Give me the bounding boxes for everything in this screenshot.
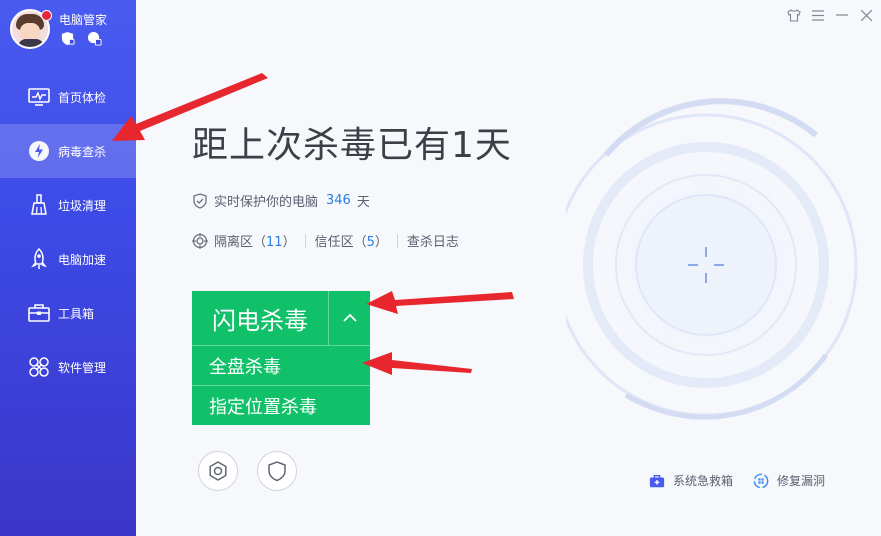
toolbox-icon [28,302,50,324]
patch-icon [753,473,769,488]
protection-text: 实时保护你的电脑 [214,195,319,210]
chat-badge-icon[interactable] [87,31,102,46]
menu-icon[interactable] [811,8,825,22]
shield-icon [268,461,286,482]
custom-location-scan-option[interactable]: 指定位置杀毒 [192,385,370,425]
brand-area: 电脑管家 [10,9,136,53]
sidebar-nav: 首页体检 病毒查杀 垃圾清理 电脑加速 工具箱 软件管理 [0,70,136,394]
gear-icon [209,461,227,481]
rocket-icon [28,248,50,270]
main-panel: 距上次杀毒已有1天 实时保护你的电脑 346 天 隔离区（11） 信任区（5） … [136,0,881,536]
divider [304,233,306,248]
quarantine-link[interactable]: 隔离区（11） [214,231,296,250]
bottom-tools: 系统急救箱 修复漏洞 [649,472,825,489]
trust-zone-link[interactable]: 信任区（5） [315,231,388,250]
quick-scan-button[interactable]: 闪电杀毒 [192,291,328,345]
sidebar-item-toolbox[interactable]: 工具箱 [0,286,136,340]
chevron-up-icon [342,313,357,322]
tool-label: 系统急救箱 [672,474,733,488]
protection-status: 实时保护你的电脑 346 天 [192,191,370,210]
scan-options-toggle[interactable] [329,291,370,345]
scan-log-link[interactable]: 查杀日志 [407,231,459,250]
lightning-icon [28,140,50,162]
sidebar-item-label: 首页体检 [58,90,107,105]
sidebar-item-software[interactable]: 软件管理 [0,340,136,394]
system-rescue-kit-button[interactable]: 系统急救箱 [649,472,733,489]
protection-button[interactable] [257,451,297,491]
brand-name: 电脑管家 [59,13,108,27]
scan-button-group: 闪电杀毒 全盘杀毒 指定位置杀毒 [192,291,370,425]
sidebar-item-home-check[interactable]: 首页体检 [0,70,136,124]
sidebar-item-label: 电脑加速 [58,252,107,267]
sidebar-item-label: 工具箱 [58,306,95,321]
target-icon [192,232,208,249]
shield-check-icon [193,192,207,209]
sidebar-item-speed-up[interactable]: 电脑加速 [0,232,136,286]
page-title: 距上次杀毒已有1天 [192,125,512,166]
sidebar-item-label: 病毒查杀 [58,144,107,159]
minimize-icon[interactable] [835,8,849,22]
sidebar: 电脑管家 首页体检 病毒查杀 垃圾清理 电脑加速 工具箱 软件管理 [0,0,136,536]
trust-count: 5 [366,235,375,250]
broom-icon [28,194,50,216]
tool-label: 修复漏洞 [776,474,825,488]
quick-links: 隔离区（11） 信任区（5） 查杀日志 [192,231,459,250]
settings-button[interactable] [198,451,238,491]
scan-options-menu: 全盘杀毒 指定位置杀毒 [192,345,370,425]
quarantine-count: 11 [266,235,283,250]
full-scan-option[interactable]: 全盘杀毒 [192,346,370,385]
protection-unit: 天 [356,195,370,210]
monitor-icon [28,86,50,108]
sidebar-item-label: 软件管理 [58,360,107,375]
window-controls [787,8,873,22]
sidebar-item-label: 垃圾清理 [58,198,107,213]
sidebar-item-virus-scan[interactable]: 病毒查杀 [0,124,136,178]
quick-scan-button-row: 闪电杀毒 [192,291,370,345]
first-aid-kit-icon [649,474,665,487]
radar-background-graphic [566,98,858,420]
protection-days: 346 [326,193,351,208]
divider [396,233,398,248]
patch-vulnerability-button[interactable]: 修复漏洞 [753,472,825,489]
skin-icon[interactable] [787,8,801,22]
notification-dot [41,10,52,21]
close-icon[interactable] [859,8,873,22]
shield-badge-icon[interactable] [60,31,75,46]
apps-icon [28,356,50,378]
sidebar-item-junk-clean[interactable]: 垃圾清理 [0,178,136,232]
